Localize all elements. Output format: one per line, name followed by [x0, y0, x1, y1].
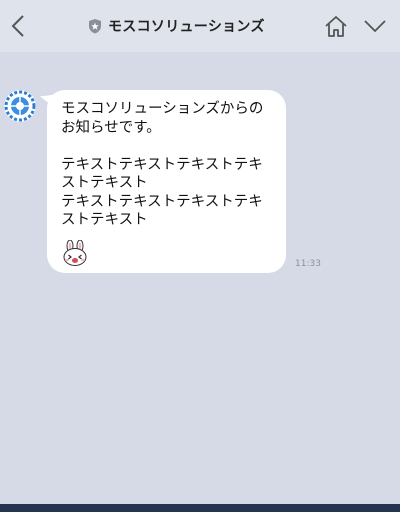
bunny-sticker-icon[interactable]	[61, 240, 89, 266]
chevron-left-icon[interactable]	[6, 12, 32, 40]
home-icon[interactable]	[322, 12, 350, 40]
bottom-bar	[0, 504, 400, 512]
chat-header: モスコソリューションズ	[0, 0, 400, 52]
message-time: 11:33	[295, 259, 321, 269]
shield-star-icon	[89, 19, 101, 34]
chevron-down-icon[interactable]	[362, 16, 388, 36]
message-text: モスコソリューションズからの お知らせです。 テキストテキストテキストテキ スト…	[61, 101, 264, 228]
avatar-logo-icon	[4, 90, 36, 122]
chat-title-wrap[interactable]: モスコソリューションズ	[88, 15, 265, 37]
avatar[interactable]	[4, 90, 36, 122]
chat-title: モスコソリューションズ	[108, 19, 265, 35]
